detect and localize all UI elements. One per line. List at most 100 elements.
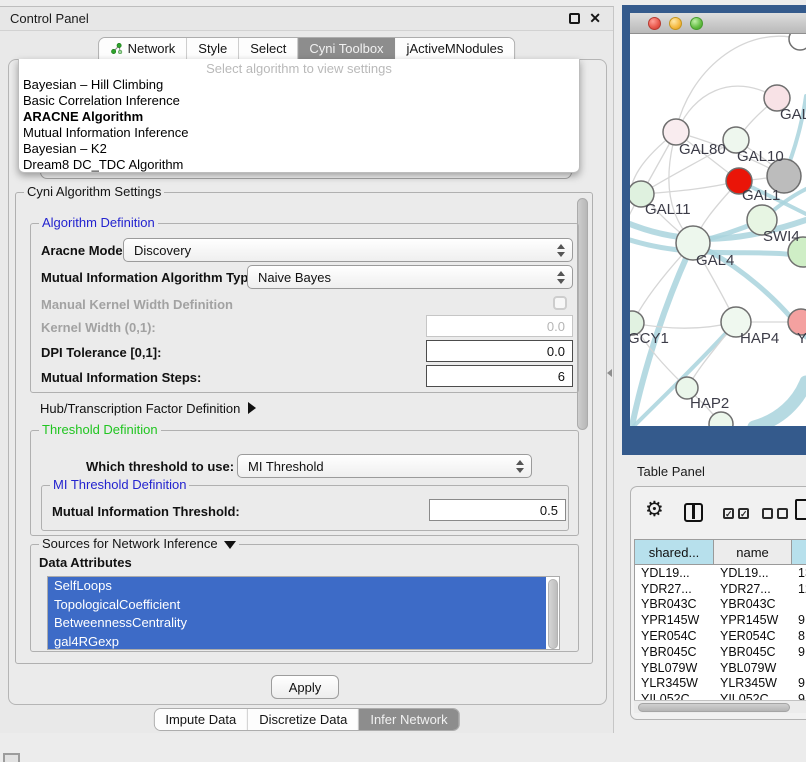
document-icon[interactable] — [795, 499, 806, 520]
checked-box-icon[interactable]: ✓ — [723, 508, 734, 519]
table-cell: YBR045C — [714, 645, 792, 659]
mi-threshold-group: MI Threshold Definition Mutual Informati… — [41, 485, 569, 531]
tab-style[interactable]: Style — [187, 38, 239, 59]
network-window-titlebar[interactable] — [630, 13, 806, 34]
tab-label: Infer Network — [370, 712, 447, 727]
table-row[interactable]: YER054CYER054C8. — [635, 628, 806, 644]
column-header-shared[interactable]: shared... — [635, 540, 714, 565]
control-panel-titlebar: Control Panel ✕ — [0, 7, 613, 31]
table-cell: YDL19... — [635, 566, 714, 580]
algorithm-dropdown-popup: Select algorithm to view settings Bayesi… — [18, 59, 580, 173]
network-node-label-hap4: HAP4 — [740, 330, 779, 347]
split-columns-icon[interactable] — [684, 503, 703, 522]
aracne-mode-label: Aracne Mode: — [41, 243, 127, 258]
attribute-item-betweennesscentrality[interactable]: BetweennessCentrality — [48, 614, 546, 633]
tab-impute-data[interactable]: Impute Data — [154, 709, 248, 730]
table-row[interactable]: YDR27...YDR27...12 — [635, 581, 806, 597]
apply-button[interactable]: Apply — [271, 675, 339, 699]
float-window-icon[interactable] — [569, 13, 580, 24]
mac-zoom-button[interactable] — [690, 17, 703, 30]
network-node[interactable] — [789, 34, 806, 50]
checked-box-icon[interactable]: ✓ — [738, 508, 749, 519]
spinner-arrows-icon — [557, 244, 565, 257]
data-attributes-list[interactable]: SelfLoopsTopologicalCoefficientBetweenne… — [47, 576, 560, 650]
table-panel-title: Table Panel — [637, 464, 705, 479]
table-row[interactable]: YBR043CYBR043C — [635, 597, 806, 613]
table-row[interactable]: YBR045CYBR045C9. — [635, 644, 806, 660]
unchecked-box-icon[interactable] — [777, 508, 788, 519]
table-cell: 9. — [792, 645, 806, 659]
kernel-width-field[interactable]: 0.0 — [426, 315, 573, 337]
tab-label: jActiveMNodules — [407, 41, 504, 56]
network-edge[interactable] — [633, 322, 735, 328]
table-cell: YER054C — [635, 629, 714, 643]
network-edge[interactable] — [754, 382, 806, 426]
algorithm-option-bayesian-hill-climbing[interactable]: Bayesian – Hill Climbing — [19, 77, 579, 93]
table-cell: YBR043C — [714, 597, 792, 611]
mi-steps-field[interactable]: 6 — [426, 365, 573, 387]
mac-minimize-button[interactable] — [669, 17, 682, 30]
attribute-item-gal4rgexp[interactable]: gal4RGexp — [48, 633, 546, 651]
attribute-item-topologicalcoefficient[interactable]: TopologicalCoefficient — [48, 596, 546, 615]
table-cell: 13 — [792, 566, 806, 580]
mi-threshold-field[interactable]: 0.5 — [429, 499, 566, 521]
which-threshold-label: Which threshold to use: — [86, 459, 234, 474]
tab-label: Discretize Data — [259, 712, 347, 727]
column-header-a[interactable]: A — [792, 540, 806, 565]
table-cell: YPR145W — [635, 613, 714, 627]
splitter-collapse-arrow[interactable] — [607, 369, 612, 377]
network-canvas[interactable]: GAL2GAL80GAL10GAL1GAL11SWI4GAL4GCY1HAP4Y… — [630, 34, 806, 426]
table-cell: YBL079W — [635, 661, 714, 675]
algorithm-option-basic-correlation-inference[interactable]: Basic Correlation Inference — [19, 93, 579, 109]
network-node-label-gal10: GAL10 — [737, 148, 784, 165]
table-row[interactable]: YPR145WYPR145W9. — [635, 612, 806, 628]
network-node-label-gal11: GAL11 — [645, 201, 691, 218]
attribute-item-selfloops[interactable]: SelfLoops — [48, 577, 546, 596]
control-panel-title: Control Panel — [10, 11, 89, 26]
table-horizontal-scrollbar[interactable] — [634, 700, 806, 713]
column-header-name[interactable]: name — [714, 540, 792, 565]
control-panel-window: Control Panel ✕ Network StyleSelectCyni T… — [0, 6, 614, 733]
algorithm-option-aracne-algorithm[interactable]: ARACNE Algorithm — [19, 109, 579, 125]
spinner-arrows-icon — [557, 271, 565, 284]
table-body: YDL19...YDL19...13YDR27...YDR27...12YBR0… — [635, 565, 806, 701]
table-row[interactable]: YLR345WYLR345W9. — [635, 676, 806, 692]
table-cell: YLR345W — [635, 676, 714, 690]
tab-discretize-data[interactable]: Discretize Data — [248, 709, 359, 730]
gear-icon[interactable]: ⚙ — [645, 497, 664, 522]
dpi-tolerance-field[interactable]: 0.0 — [426, 340, 573, 362]
tab-jactivemnodules[interactable]: jActiveMNodules — [396, 38, 515, 59]
tab-network[interactable]: Network — [99, 38, 188, 59]
sources-group-title[interactable]: Sources for Network Inference — [39, 536, 239, 551]
tab-label: Network — [128, 41, 176, 56]
mac-close-button[interactable] — [648, 17, 661, 30]
mi-steps-label: Mutual Information Steps: — [41, 370, 201, 385]
table-scrollbar-thumb[interactable] — [638, 703, 790, 712]
kernel-width-label: Kernel Width (0,1): — [41, 320, 156, 335]
table-row[interactable]: YBL079WYBL079W — [635, 660, 806, 676]
table-cell: YER054C — [714, 629, 792, 643]
network-edge[interactable] — [643, 181, 739, 194]
close-icon[interactable]: ✕ — [589, 10, 601, 27]
manual-kernel-width-checkbox[interactable] — [553, 296, 567, 310]
mi-algorithm-type-select[interactable]: Naive Bayes — [247, 265, 573, 289]
tab-select[interactable]: Select — [239, 38, 298, 59]
network-edge[interactable] — [678, 86, 777, 130]
algorithm-option-bayesian-k2[interactable]: Bayesian – K2 — [19, 141, 579, 157]
which-threshold-select[interactable]: MI Threshold — [237, 454, 532, 478]
table-row[interactable]: YDL19...YDL19...13 — [635, 565, 806, 581]
unchecked-box-icon[interactable] — [762, 508, 773, 519]
hub-definition-disclosure[interactable]: Hub/Transcription Factor Definition — [40, 401, 256, 416]
network-icon — [110, 42, 123, 55]
list-scrollbar-thumb[interactable] — [548, 579, 558, 649]
sources-group: Sources for Network Inference Data Attri… — [30, 544, 579, 652]
corner-widget[interactable] — [3, 753, 20, 762]
algorithm-option-dream8-dc-tdc-algorithm[interactable]: Dream8 DC_TDC Algorithm — [19, 157, 579, 173]
aracne-mode-select[interactable]: Discovery — [123, 238, 573, 262]
tab-cyni-toolbox[interactable]: Cyni Toolbox — [298, 38, 395, 59]
mi-threshold-group-title: MI Threshold Definition — [50, 477, 189, 492]
network-edge[interactable] — [630, 194, 641, 323]
tab-infer-network[interactable]: Infer Network — [359, 709, 458, 730]
data-attributes-label: Data Attributes — [39, 555, 132, 570]
algorithm-option-mutual-information-inference[interactable]: Mutual Information Inference — [19, 125, 579, 141]
